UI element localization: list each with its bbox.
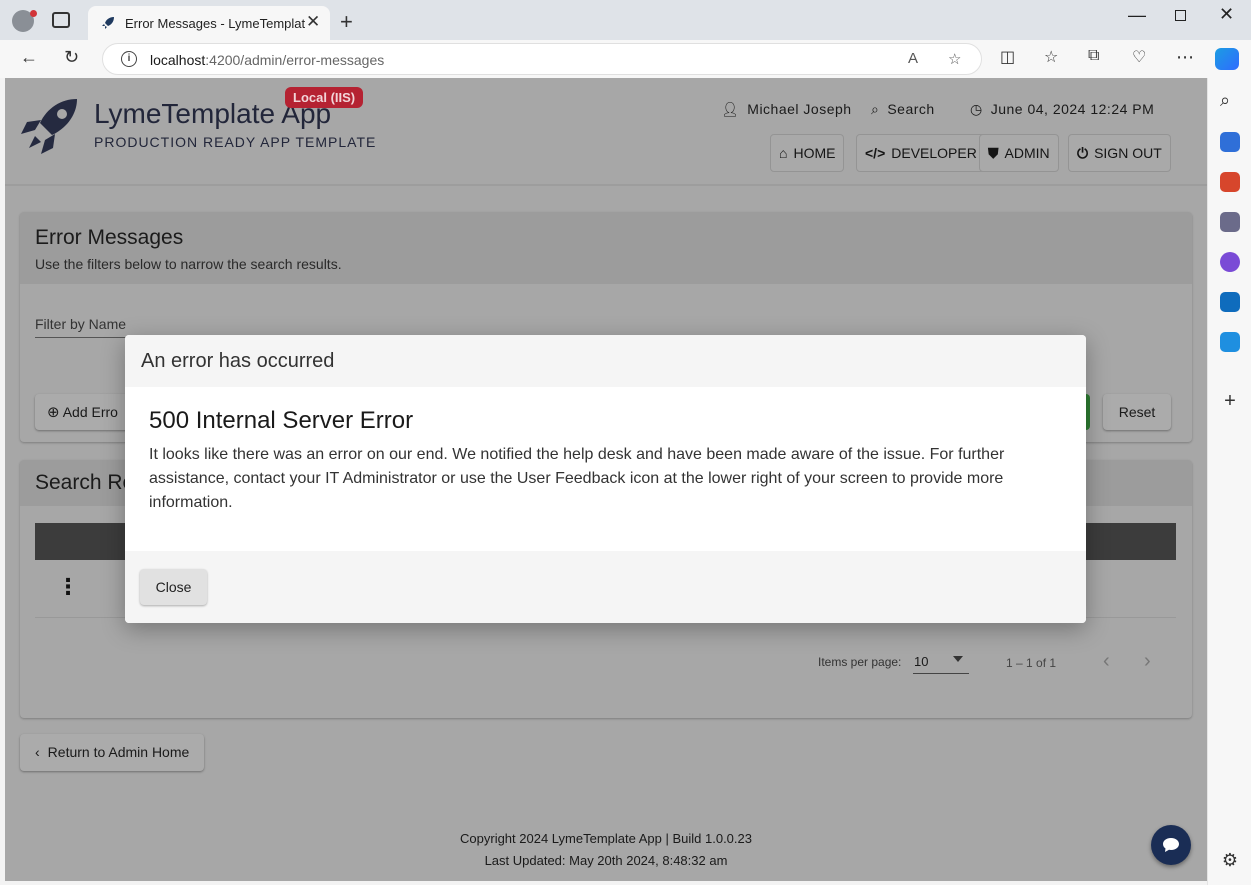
app-subtitle: PRODUCTION READY APP TEMPLATE bbox=[94, 134, 377, 150]
close-button[interactable]: Close bbox=[140, 569, 207, 605]
chevron-left-icon: ‹ bbox=[35, 744, 40, 760]
outlook-icon[interactable] bbox=[1220, 292, 1240, 312]
notification-dot-icon bbox=[30, 10, 37, 17]
add-error-button[interactable]: ⊕ Add Erro bbox=[35, 394, 130, 430]
user-feedback-button[interactable] bbox=[1151, 825, 1191, 865]
error-heading: 500 Internal Server Error bbox=[149, 407, 414, 434]
items-per-page-select[interactable]: 10 bbox=[913, 652, 969, 674]
power-icon: ⏻ bbox=[1077, 145, 1089, 161]
url-text: localhost:4200/admin/error-messages bbox=[150, 52, 385, 68]
tab-close-icon[interactable]: ✕ bbox=[306, 12, 320, 32]
error-dialog-footer: Close bbox=[125, 551, 1086, 623]
tab-actions-icon[interactable] bbox=[52, 12, 70, 28]
split-screen-icon[interactable]: ◫ bbox=[1000, 47, 1015, 67]
reset-button[interactable]: Reset bbox=[1103, 394, 1171, 430]
next-page-icon[interactable]: › bbox=[1144, 650, 1151, 673]
back-icon[interactable]: ← bbox=[20, 47, 38, 68]
current-datetime: ◷ June 04, 2024 12:24 PM bbox=[970, 101, 1155, 117]
pagination-range: 1 – 1 of 1 bbox=[1006, 656, 1057, 670]
browser-toolbar: ← ↻ i localhost:4200/admin/error-message… bbox=[0, 40, 1251, 78]
page-subtitle: Use the filters below to narrow the sear… bbox=[35, 256, 342, 272]
refresh-icon[interactable]: ↻ bbox=[64, 47, 79, 68]
collections-icon[interactable]: ⧉ bbox=[1088, 47, 1099, 65]
rocket-logo-icon bbox=[21, 99, 77, 154]
window-close-icon[interactable]: ✕ bbox=[1219, 4, 1234, 25]
dropdown-arrow-icon bbox=[953, 656, 963, 662]
nav-sign-out-button[interactable]: ⏻ SIGN OUT bbox=[1068, 134, 1171, 172]
shield-icon: ⛊ bbox=[988, 145, 999, 161]
filter-by-name-input[interactable]: Filter by Name bbox=[35, 316, 126, 332]
shopping-tag-icon[interactable] bbox=[1220, 132, 1240, 152]
code-icon: </> bbox=[865, 145, 886, 161]
favorite-star-icon[interactable]: ☆ bbox=[948, 50, 961, 68]
site-info-icon[interactable]: i bbox=[121, 51, 137, 67]
browser-essentials-icon[interactable]: ♡ bbox=[1132, 47, 1146, 67]
filters-card-header: Error Messages Use the filters below to … bbox=[20, 212, 1192, 284]
browser-tab[interactable]: Error Messages - LymeTemplate A ✕ bbox=[88, 6, 330, 40]
new-tab-icon[interactable]: + bbox=[340, 9, 353, 35]
maximize-icon[interactable] bbox=[1175, 10, 1186, 21]
search-link[interactable]: ⌕ Search bbox=[871, 101, 935, 118]
row-actions-icon[interactable]: ⋮ bbox=[57, 576, 79, 598]
user-icon: 👤︎ bbox=[721, 101, 740, 117]
chat-bubble-icon bbox=[1163, 838, 1179, 852]
footer-copyright: Copyright 2024 LymeTemplate App | Build … bbox=[460, 831, 752, 846]
results-title: Search Re bbox=[35, 471, 135, 494]
edge-sidebar: ⌕ + ⚙ bbox=[1207, 78, 1251, 885]
sidebar-search-icon[interactable]: ⌕ bbox=[1220, 90, 1240, 110]
return-to-admin-home-button[interactable]: ‹ Return to Admin Home bbox=[20, 734, 205, 771]
minimize-icon[interactable]: — bbox=[1128, 5, 1146, 26]
user-menu[interactable]: 👤︎ Michael Joseph bbox=[721, 101, 852, 118]
previous-page-icon[interactable]: ‹ bbox=[1103, 650, 1110, 673]
page-title: Error Messages bbox=[35, 226, 184, 249]
games-icon[interactable] bbox=[1220, 212, 1240, 232]
read-aloud-icon[interactable]: A bbox=[908, 50, 918, 67]
tools-icon[interactable] bbox=[1220, 172, 1240, 192]
search-icon: ⌕ bbox=[871, 101, 880, 117]
error-dialog: An error has occurred 500 Internal Serve… bbox=[125, 335, 1086, 623]
microsoft365-icon[interactable] bbox=[1220, 252, 1240, 272]
address-bar[interactable]: i localhost:4200/admin/error-messages A … bbox=[102, 43, 982, 75]
home-icon: ⌂ bbox=[779, 145, 788, 161]
copilot-icon[interactable] bbox=[1215, 48, 1239, 70]
nav-home-button[interactable]: ⌂ HOME bbox=[770, 134, 845, 172]
nav-admin-button[interactable]: ⛊ ADMIN bbox=[979, 134, 1059, 172]
tab-title: Error Messages - LymeTemplate A bbox=[125, 16, 305, 31]
send-icon[interactable] bbox=[1220, 332, 1240, 352]
browser-titlebar: Error Messages - LymeTemplate A ✕ + — ✕ bbox=[0, 0, 1251, 40]
clock-icon: ◷ bbox=[970, 101, 983, 117]
nav-developer-button[interactable]: </> DEVELOPER bbox=[856, 134, 986, 172]
environment-badge: Local (IIS) bbox=[285, 87, 364, 108]
sidebar-settings-icon[interactable]: ⚙ bbox=[1220, 850, 1240, 870]
footer-last-updated: Last Updated: May 20th 2024, 8:48:32 am bbox=[484, 853, 728, 868]
favorites-icon[interactable]: ☆ bbox=[1044, 47, 1058, 67]
items-per-page-label: Items per page: bbox=[818, 655, 902, 669]
error-message-text: It looks like there was an error on our … bbox=[149, 446, 1005, 511]
rocket-icon bbox=[102, 17, 114, 29]
more-options-icon[interactable]: ⋯ bbox=[1176, 47, 1194, 68]
add-sidebar-app-icon[interactable]: + bbox=[1220, 390, 1240, 412]
app-header: LymeTemplate App Local (IIS) PRODUCTION … bbox=[5, 78, 1207, 186]
add-circle-icon: ⊕ bbox=[47, 404, 60, 421]
footer: Copyright 2024 LymeTemplate App | Build … bbox=[5, 828, 1207, 872]
error-dialog-header: An error has occurred bbox=[125, 335, 1086, 387]
error-dialog-title: An error has occurred bbox=[141, 350, 335, 372]
